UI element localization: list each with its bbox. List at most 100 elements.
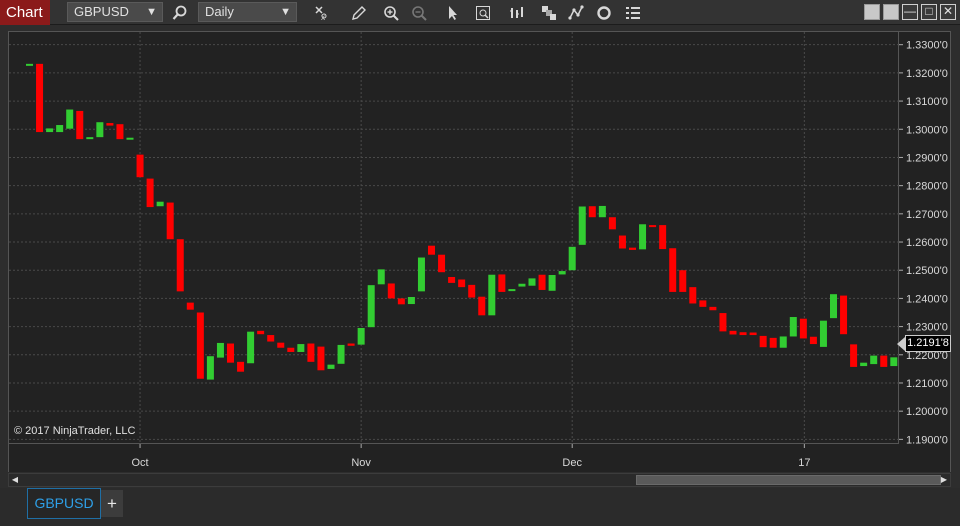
candle-down[interactable]: [739, 332, 747, 336]
candle-down[interactable]: [699, 300, 707, 307]
candle-up[interactable]: [488, 274, 496, 316]
scroll-left-icon[interactable]: ◀: [10, 475, 20, 485]
candle-up[interactable]: [357, 328, 365, 345]
candle-down[interactable]: [719, 313, 727, 332]
candle-down[interactable]: [669, 248, 677, 292]
candle-down[interactable]: [649, 225, 657, 228]
candle-down[interactable]: [307, 343, 315, 362]
candle-up[interactable]: [558, 271, 566, 275]
candle-up[interactable]: [377, 269, 385, 285]
minimize-icon[interactable]: —: [902, 4, 918, 20]
candle-down[interactable]: [438, 254, 446, 273]
candle-down[interactable]: [397, 298, 405, 305]
candle-up[interactable]: [578, 206, 586, 245]
candle-up[interactable]: [206, 356, 214, 380]
candle-up[interactable]: [508, 289, 516, 292]
candle-down[interactable]: [237, 361, 245, 372]
candle-up[interactable]: [367, 285, 375, 328]
strategy-icon[interactable]: [565, 2, 587, 23]
candle-down[interactable]: [136, 154, 144, 178]
candle-down[interactable]: [689, 287, 697, 304]
candle-down[interactable]: [166, 202, 174, 240]
candle-up[interactable]: [779, 336, 787, 348]
candle-up[interactable]: [548, 275, 556, 291]
candle-down[interactable]: [448, 276, 456, 283]
zoom-out-icon[interactable]: [408, 2, 430, 23]
candle-down[interactable]: [287, 347, 295, 352]
candle-down[interactable]: [196, 312, 204, 379]
candle-up[interactable]: [528, 278, 536, 286]
candle-up[interactable]: [870, 355, 878, 365]
candle-up[interactable]: [56, 125, 64, 133]
pointer-icon[interactable]: [442, 2, 464, 23]
candle-up[interactable]: [518, 283, 526, 287]
candle-down[interactable]: [277, 342, 285, 348]
candle-up[interactable]: [86, 137, 94, 140]
candle-down[interactable]: [679, 270, 687, 292]
candle-down[interactable]: [267, 335, 275, 342]
tile-icon-2[interactable]: [883, 4, 899, 20]
candle-down[interactable]: [478, 296, 486, 316]
candle-down[interactable]: [257, 330, 265, 335]
candle-down[interactable]: [186, 302, 194, 310]
candle-up[interactable]: [66, 109, 74, 129]
candle-up[interactable]: [789, 317, 797, 337]
stacked-icon[interactable]: [538, 2, 560, 23]
candle-down[interactable]: [709, 306, 717, 311]
candle-up[interactable]: [327, 364, 335, 369]
refresh-icon[interactable]: [593, 2, 615, 23]
candle-down[interactable]: [588, 206, 596, 218]
maximize-icon[interactable]: □: [921, 4, 937, 20]
candle-down[interactable]: [116, 124, 124, 140]
candle-up[interactable]: [297, 344, 305, 352]
bar-style-icon[interactable]: [506, 2, 528, 23]
tile-icon[interactable]: [864, 4, 880, 20]
candle-down[interactable]: [809, 336, 817, 345]
candle-down[interactable]: [618, 235, 626, 249]
candle-down[interactable]: [458, 279, 466, 288]
list-icon[interactable]: [622, 2, 644, 23]
candle-down[interactable]: [659, 225, 667, 250]
horizontal-scrollbar[interactable]: ◀ ▶: [8, 473, 951, 487]
chart-panel[interactable]: © 2017 NinjaTrader, LLC: [8, 31, 900, 445]
candle-up[interactable]: [407, 296, 415, 305]
candle-up[interactable]: [417, 257, 425, 292]
candle-down[interactable]: [629, 247, 636, 250]
data-box-icon[interactable]: x: [311, 2, 333, 23]
candle-down[interactable]: [749, 332, 757, 336]
close-icon[interactable]: ✕: [940, 4, 956, 20]
candle-up[interactable]: [96, 122, 104, 138]
candle-up[interactable]: [830, 294, 837, 319]
candle-down[interactable]: [759, 335, 767, 348]
candle-up[interactable]: [598, 205, 606, 218]
price-axis[interactable]: 1.3300'0 1.3200'0 1.3100'0 1.3000'0 1.2900'0…: [899, 31, 951, 445]
candle-up[interactable]: [216, 342, 224, 358]
scroll-thumb[interactable]: [636, 475, 941, 485]
chart-properties-icon[interactable]: [472, 2, 494, 23]
search-icon[interactable]: [169, 2, 191, 23]
candle-down[interactable]: [799, 318, 807, 339]
candle-up[interactable]: [247, 331, 255, 364]
candle-up[interactable]: [337, 344, 345, 364]
candle-down[interactable]: [227, 343, 234, 363]
candle-down[interactable]: [76, 110, 84, 140]
candle-down[interactable]: [880, 355, 888, 367]
instrument-selector[interactable]: GBPUSD ▼: [67, 2, 163, 22]
candle-up[interactable]: [860, 362, 868, 367]
candle-up[interactable]: [568, 246, 576, 271]
candle-down[interactable]: [729, 330, 737, 335]
candle-down[interactable]: [538, 274, 546, 290]
price-chart[interactable]: [9, 32, 900, 445]
zoom-in-icon[interactable]: [380, 2, 402, 23]
tab-gbpusd[interactable]: GBPUSD: [27, 488, 101, 519]
candle-down[interactable]: [317, 346, 325, 371]
candle-up[interactable]: [156, 201, 164, 207]
chart-title[interactable]: Chart: [0, 0, 50, 25]
add-tab-button[interactable]: +: [101, 490, 123, 517]
candle-down[interactable]: [608, 217, 616, 230]
candle-down[interactable]: [428, 245, 435, 255]
candle-down[interactable]: [468, 284, 476, 298]
pencil-icon[interactable]: [348, 2, 370, 23]
candle-down[interactable]: [769, 337, 777, 348]
candle-up[interactable]: [126, 137, 134, 140]
